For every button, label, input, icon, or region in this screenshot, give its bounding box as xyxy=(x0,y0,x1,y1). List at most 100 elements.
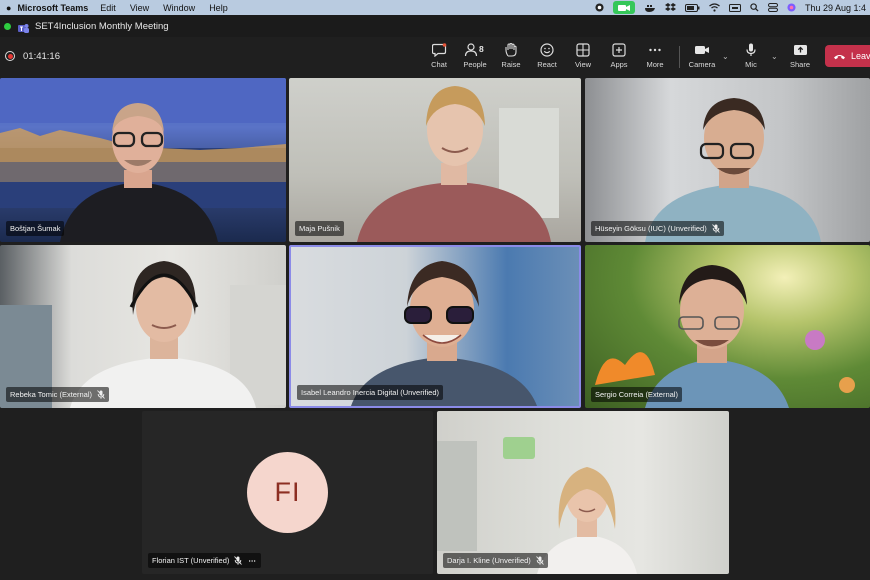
participant-name: Rebeka Tomic (External) xyxy=(10,390,92,399)
teams-logo-icon xyxy=(18,21,29,33)
toolbar-divider xyxy=(679,46,680,68)
camera-label: Camera xyxy=(688,60,716,69)
view-label: View xyxy=(574,60,592,69)
menubar-app-name[interactable]: Microsoft Teams xyxy=(17,3,88,13)
camera-options-chevron-icon[interactable]: ⌄ xyxy=(722,52,729,61)
participant-name: Isabel Leandro Inercia Digital (Unverifi… xyxy=(301,388,439,397)
react-smiley-icon xyxy=(540,43,554,57)
participant-name: Boštjan Šumak xyxy=(10,224,61,233)
camera-icon xyxy=(695,46,709,54)
participant-name-label: Boštjan Šumak xyxy=(6,221,65,236)
react-button[interactable]: React xyxy=(529,43,565,69)
participant-name-label: Sergio Correia (External) xyxy=(591,387,682,402)
participant-name-label: Darja I. Kline (Unverified) xyxy=(443,553,548,568)
battery-icon[interactable] xyxy=(684,3,700,12)
menu-view[interactable]: View xyxy=(130,3,149,13)
apps-label: Apps xyxy=(610,60,628,69)
mic-label: Mic xyxy=(745,60,757,69)
participant-name-label: Maja Pušnik xyxy=(295,221,344,236)
participant-tile[interactable]: Darja I. Kline (Unverified) xyxy=(437,411,729,574)
apps-plus-icon xyxy=(612,43,626,57)
dropbox-icon[interactable] xyxy=(664,2,676,13)
participant-name-label: Isabel Leandro Inercia Digital (Unverifi… xyxy=(297,385,443,400)
participant-name-label: Hüseyin Göksu (IUC) (Unverified) xyxy=(591,221,724,236)
docker-icon[interactable] xyxy=(644,3,656,12)
leave-label: Leav xyxy=(851,51,870,61)
share-button[interactable]: Share xyxy=(782,43,818,69)
apple-icon[interactable]: ● xyxy=(6,3,11,13)
mic-icon xyxy=(746,43,756,56)
raise-label: Raise xyxy=(501,60,521,69)
participant-tile[interactable]: FI Florian IST (Unverified) ⋯ xyxy=(142,411,433,574)
participant-tile[interactable]: Hüseyin Göksu (IUC) (Unverified) xyxy=(585,78,870,242)
meeting-title: SET4Inclusion Monthly Meeting xyxy=(35,20,169,32)
recording-icon xyxy=(5,51,15,61)
video-scene-illustration xyxy=(351,261,537,406)
mic-muted-icon xyxy=(535,556,544,565)
raise-hand-button[interactable]: Raise xyxy=(493,43,529,69)
raise-hand-icon xyxy=(505,43,517,57)
video-scene-illustration xyxy=(0,78,286,242)
participant-name: Darja I. Kline (Unverified) xyxy=(447,556,531,565)
mic-muted-icon xyxy=(234,556,243,565)
participant-tile[interactable]: Sergio Correia (External) xyxy=(585,245,870,408)
participant-tile[interactable]: Boštjan Šumak xyxy=(0,78,286,242)
people-label: People xyxy=(463,60,487,69)
participant-name-label: Rebeka Tomic (External) xyxy=(6,387,109,402)
mic-muted-icon xyxy=(97,390,105,399)
more-button[interactable]: More xyxy=(637,43,673,69)
mic-muted-icon xyxy=(711,224,720,233)
share-label: Share xyxy=(789,60,810,69)
participant-tile[interactable]: Rebeka Tomic (External) xyxy=(0,245,286,408)
participant-more-options-icon[interactable]: ⋯ xyxy=(248,556,257,565)
leave-button[interactable]: Leav xyxy=(825,45,870,67)
mic-button[interactable]: Mic xyxy=(733,43,769,69)
participant-name: Maja Pušnik xyxy=(299,224,340,233)
camera-button[interactable]: Camera xyxy=(684,43,720,69)
video-scene-illustration xyxy=(437,437,637,574)
macos-menubar: ● Microsoft Teams Edit View Window Help xyxy=(0,0,870,15)
react-label: React xyxy=(537,60,557,69)
video-scene-illustration xyxy=(595,265,855,408)
hang-up-icon xyxy=(834,54,845,59)
wifi-icon[interactable] xyxy=(709,3,720,12)
menubar-status-area: Thu 29 Aug 1:4 xyxy=(595,0,870,15)
apps-button[interactable]: Apps xyxy=(601,43,637,69)
share-screen-icon xyxy=(793,45,807,55)
participant-tile-active-speaker[interactable]: Isabel Leandro Inercia Digital (Unverifi… xyxy=(289,245,581,408)
chat-icon xyxy=(431,43,446,57)
menubar-clock[interactable]: Thu 29 Aug 1:4 xyxy=(805,3,866,13)
participant-name-label: Florian IST (Unverified) ⋯ xyxy=(148,553,261,568)
siri-icon[interactable] xyxy=(787,3,796,12)
record-status-icon[interactable] xyxy=(595,3,604,12)
mic-options-chevron-icon[interactable]: ⌄ xyxy=(771,52,778,61)
menu-window[interactable]: Window xyxy=(163,3,195,13)
more-label: More xyxy=(646,60,664,69)
chat-button[interactable]: Chat xyxy=(421,43,457,69)
avatar-initials: FI xyxy=(274,477,301,507)
video-scene-illustration xyxy=(0,261,286,408)
menu-help[interactable]: Help xyxy=(209,3,228,13)
participant-name: Florian IST (Unverified) xyxy=(152,556,230,565)
meeting-camera-icon[interactable] xyxy=(612,1,635,14)
participant-name: Hüseyin Göksu (IUC) (Unverified) xyxy=(595,224,707,233)
participant-tile[interactable]: Maja Pušnik xyxy=(289,78,581,242)
people-count-badge: 8 xyxy=(479,44,484,54)
chat-label: Chat xyxy=(431,60,447,69)
video-scene-illustration xyxy=(645,98,821,242)
view-grid-icon xyxy=(576,43,590,57)
window-status-dot[interactable] xyxy=(4,22,11,30)
avatar: FI xyxy=(247,452,328,533)
spotlight-search-icon[interactable] xyxy=(750,3,759,12)
teams-titlebar: SET4Inclusion Monthly Meeting xyxy=(0,15,870,37)
people-button[interactable]: 8 People xyxy=(457,43,493,69)
teams-meeting-window: ● Microsoft Teams Edit View Window Help xyxy=(0,0,870,580)
video-scene-illustration xyxy=(357,86,559,242)
keyboard-input-icon[interactable] xyxy=(728,3,741,12)
control-center-icon[interactable] xyxy=(767,3,778,12)
menu-edit[interactable]: Edit xyxy=(100,3,116,13)
participant-name: Sergio Correia (External) xyxy=(595,390,678,399)
more-ellipsis-icon xyxy=(649,48,661,52)
view-button[interactable]: View xyxy=(565,43,601,69)
meeting-timer: 01:41:16 xyxy=(23,50,60,62)
